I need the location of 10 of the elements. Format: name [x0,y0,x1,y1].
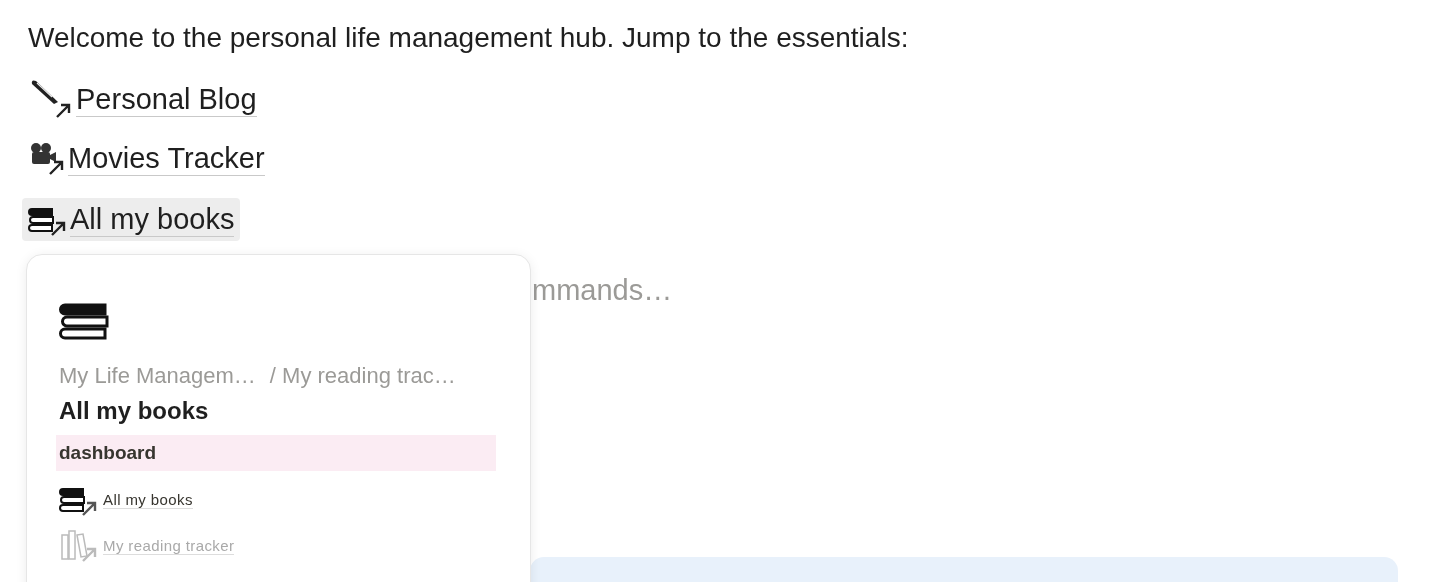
page-link[interactable]: All my books [59,483,496,517]
movie-camera-link-icon [28,140,64,176]
page-link[interactable]: Movies Tracker [22,136,271,180]
page-link[interactable]: Personal Blog [22,74,263,124]
bookshelf-link-icon [59,529,97,563]
section-heading: dashboard [56,435,496,471]
page-link[interactable]: All my books [22,198,241,241]
intro-text: Welcome to the personal life management hub. Jump to the essentials: [28,22,910,54]
page-title: All my books [59,397,210,425]
placeholder-text: mmands… [532,274,674,307]
